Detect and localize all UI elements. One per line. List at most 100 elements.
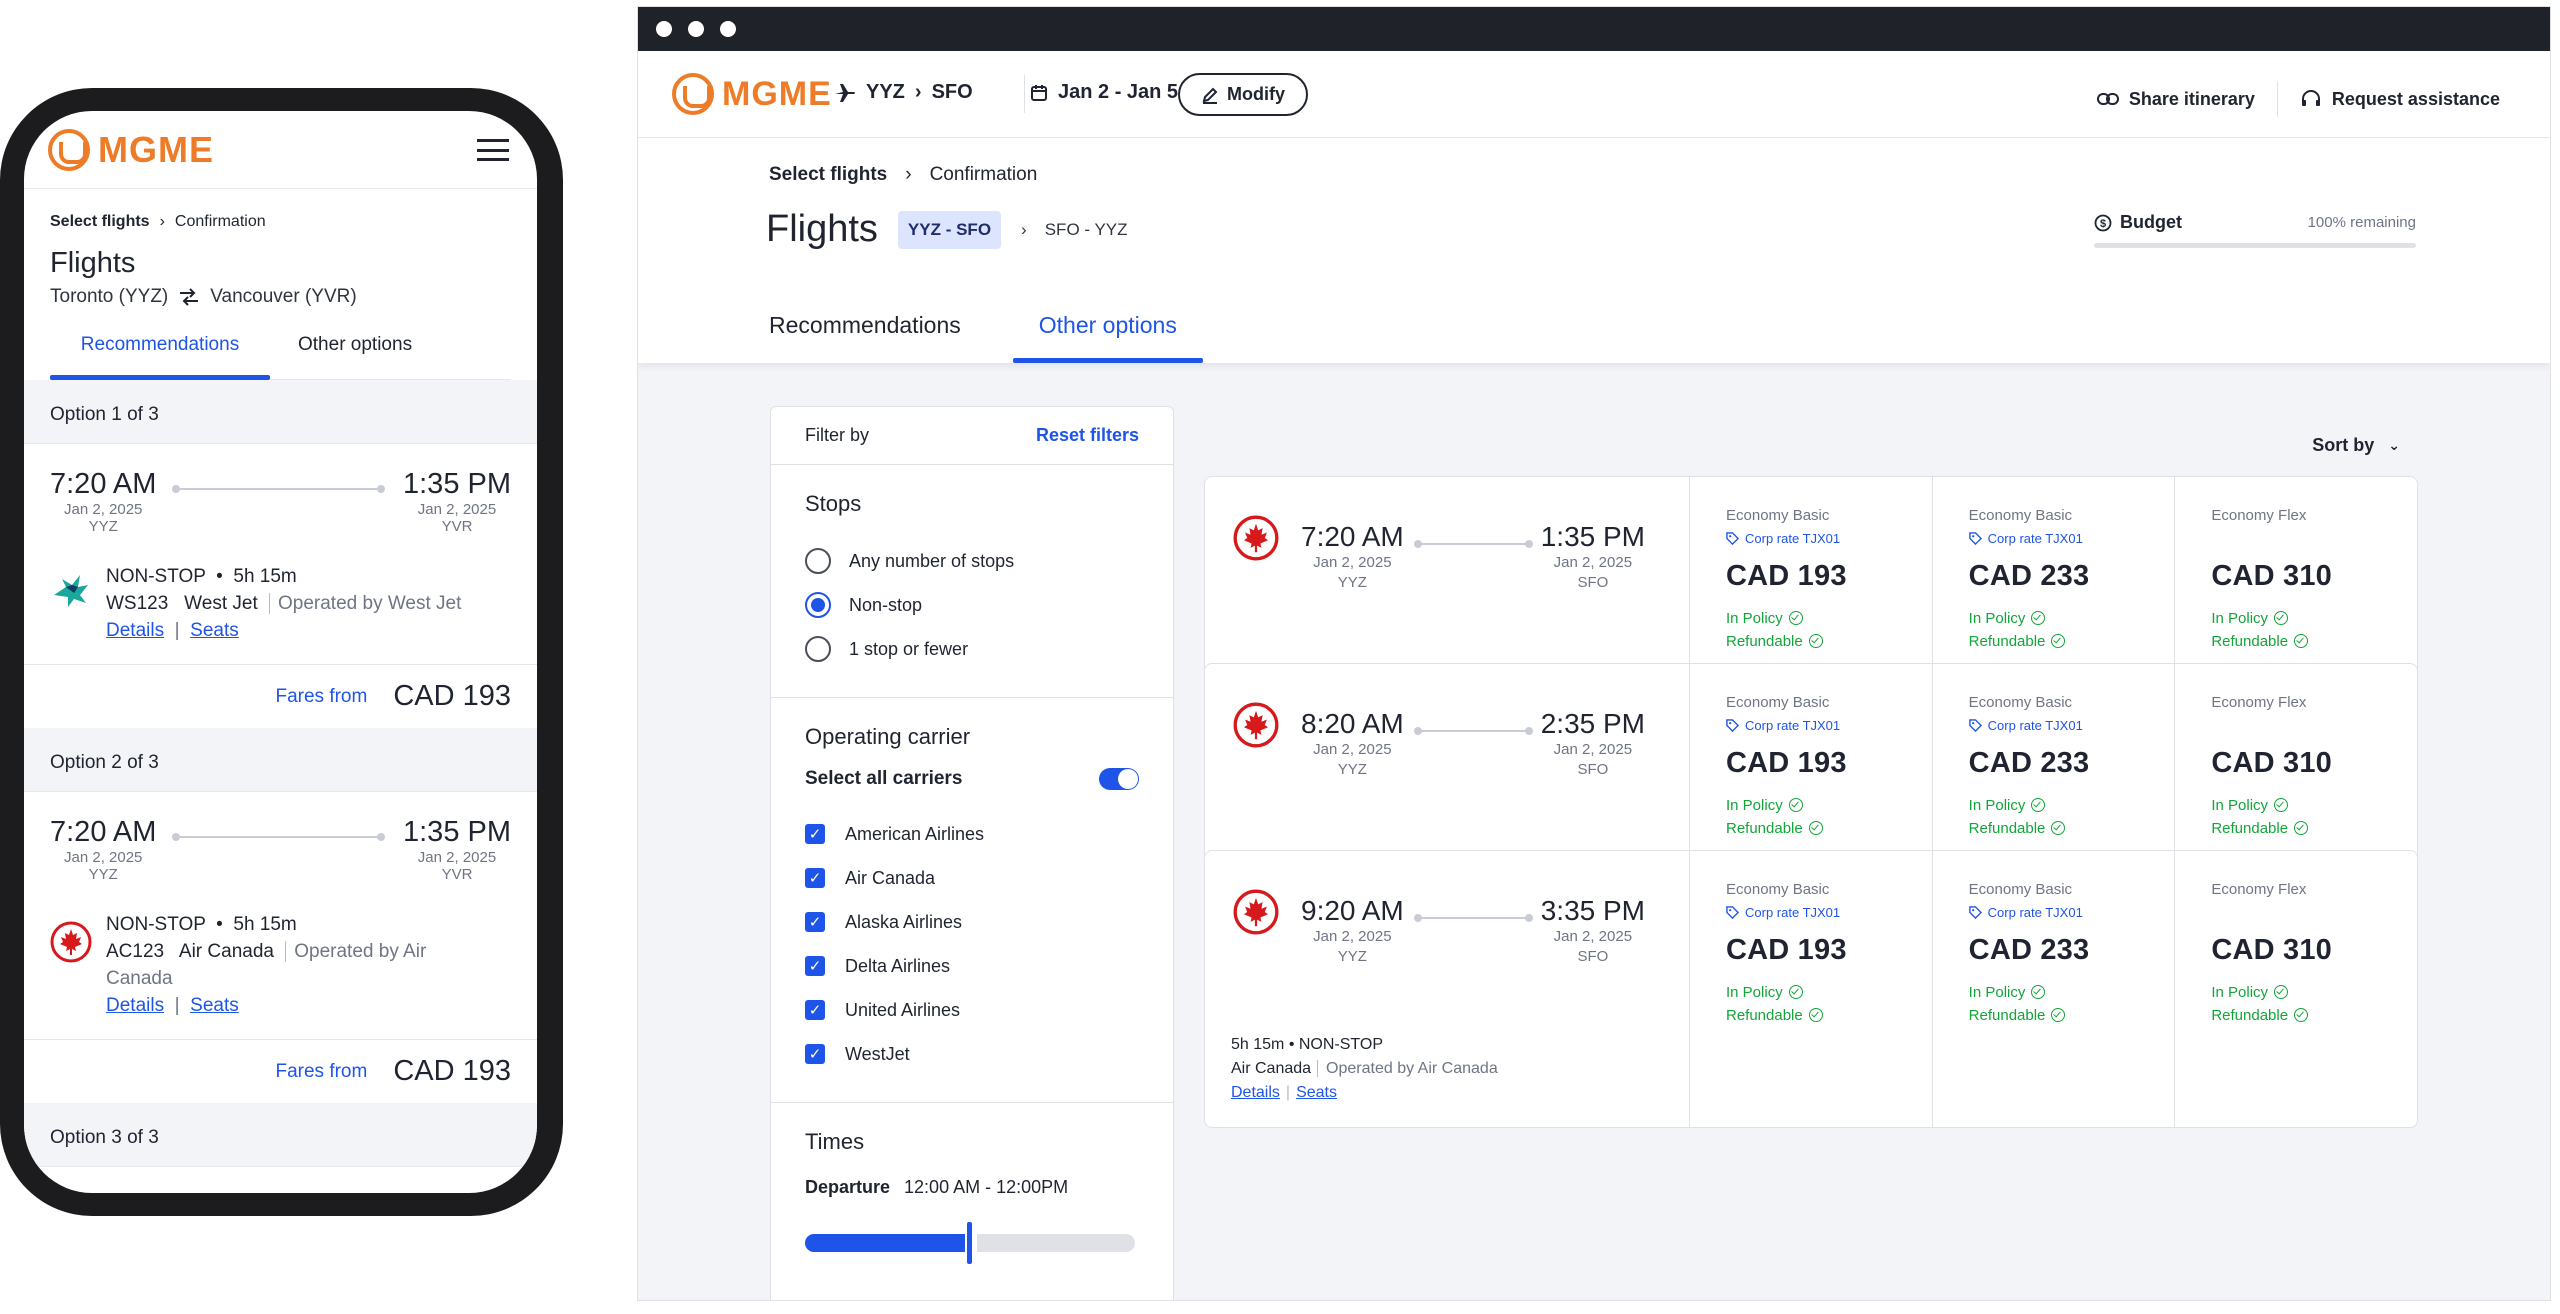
checkbox-checked[interactable]: ✓ — [805, 956, 825, 976]
select-all-carriers[interactable]: Select all carriers — [805, 764, 1139, 794]
budget-remaining: 100% remaining — [2307, 214, 2416, 231]
segment-next-wrapper[interactable]: › SFO - YYZ — [1021, 220, 1127, 240]
tab-other-options[interactable]: Other options — [1012, 312, 1203, 363]
details-link[interactable]: Details — [106, 620, 164, 641]
checkbox-checked[interactable]: ✓ — [805, 912, 825, 932]
flight-path-line — [1413, 914, 1533, 922]
share-itinerary-button[interactable]: Share itinerary — [2096, 89, 2255, 110]
arrival-code: SFO — [1577, 761, 1609, 778]
request-assistance-button[interactable]: Request assistance — [2300, 89, 2500, 110]
checkbox-checked[interactable]: ✓ — [805, 1000, 825, 1020]
select-all-toggle[interactable] — [1099, 768, 1139, 790]
carrier-title: Operating carrier — [805, 724, 971, 749]
carrier-option[interactable]: ✓ Alaska Airlines — [805, 900, 1139, 944]
check-circle-icon — [2031, 798, 2046, 812]
details-link[interactable]: Details — [1231, 1084, 1280, 1101]
modify-button[interactable]: Modify — [1178, 73, 1308, 116]
option-header: Option 1 of 3 — [24, 380, 537, 444]
radio-button[interactable] — [805, 636, 831, 662]
flight-option-card[interactable]: 7:20 AM Jan 2, 2025 YYZ 1:35 PM Jan 2, 2… — [24, 444, 537, 644]
pencil-icon — [1202, 87, 1218, 104]
refundable-label: Refundable — [1726, 633, 1803, 650]
check-circle-icon — [2051, 821, 2066, 835]
headset-icon — [2301, 90, 2320, 106]
stops-option-one-stop[interactable]: 1 stop or fewer — [805, 627, 1139, 671]
slider-handle[interactable] — [967, 1222, 972, 1264]
flight-option-card[interactable]: 7:20 AM Jan 2, 2025 YYZ 1:35 PM Jan 2, 2… — [24, 792, 537, 1019]
fares-from-row[interactable]: Fares from CAD 193 — [24, 1039, 537, 1103]
stops-option-any[interactable]: Any number of stops — [805, 539, 1139, 583]
fare-class: Economy Basic — [1968, 507, 2073, 524]
carrier-option[interactable]: ✓ American Airlines — [805, 812, 1139, 856]
in-policy-label: In Policy — [1968, 984, 2026, 1001]
flight-times: 9:20 AM Jan 2, 2025 YYZ 3:35 PM Jan 2, 2025 S… — [1301, 895, 1645, 967]
tab-recommendations[interactable]: Recommendations — [769, 312, 961, 363]
budget-widget: $ Budget 100% remaining — [2094, 212, 2416, 248]
route-from: Toronto (YYZ) — [50, 286, 169, 307]
dollar-circle-icon: $ — [2094, 214, 2112, 231]
carrier-option[interactable]: ✓ WestJet — [805, 1032, 1139, 1076]
reset-filters-button[interactable]: Reset filters — [1036, 425, 1139, 446]
radio-button-selected[interactable] — [805, 592, 831, 618]
fares-from-row[interactable]: Fares from CAD 193 — [24, 664, 537, 728]
airline-name: Air Canada — [178, 941, 274, 962]
svg-text:$: $ — [2100, 218, 2106, 230]
refundable-label: Refundable — [1968, 820, 2046, 837]
flight-times: 7:20 AM Jan 2, 2025 YYZ 1:35 PM Jan 2, 2… — [50, 468, 511, 535]
stops-option-nonstop[interactable]: Non-stop — [805, 583, 1139, 627]
seats-link[interactable]: Seats — [190, 995, 239, 1016]
fare-price: CAD 193 — [1726, 747, 1847, 779]
arrival-time: 1:35 PM — [403, 468, 511, 500]
flight-details: NON-STOP • 5h 15m WS123 West Jet Operate… — [50, 563, 511, 644]
departure-slider[interactable] — [805, 1222, 1139, 1264]
window-maximize-dot[interactable] — [720, 21, 736, 37]
chevron-down-icon: ⌄ — [2388, 437, 2400, 453]
departure-time: 7:20 AM — [50, 468, 157, 500]
carrier-option[interactable]: ✓ Air Canada — [805, 856, 1139, 900]
sort-by-dropdown[interactable]: Sort by ⌄ — [2312, 435, 2400, 456]
hamburger-menu-icon[interactable] — [477, 139, 509, 161]
check-circle-icon — [2294, 1008, 2309, 1022]
operated-by: Operated by Air — [285, 941, 427, 962]
corp-rate-label: Corp rate TJX01 — [1987, 904, 2083, 920]
tab-recommendations[interactable]: Recommendations — [50, 330, 270, 380]
in-policy-label: In Policy — [1968, 610, 2026, 627]
tab-other-options[interactable]: Other options — [298, 330, 412, 379]
corp-rate: Corp rate TJX01 — [1726, 904, 1932, 920]
checkbox-checked[interactable]: ✓ — [805, 824, 825, 844]
arrival-block: 3:35 PM Jan 2, 2025 SFO — [1541, 895, 1645, 967]
fare-class: Economy Flex — [2211, 881, 2307, 898]
arrival-time: 3:35 PM — [1540, 895, 1645, 926]
mobile-header: MGME — [24, 111, 537, 189]
departure-date: Jan 2, 2025 — [64, 501, 143, 518]
departure-code: YYZ — [88, 518, 118, 535]
flight-result-card[interactable]: 9:20 AM Jan 2, 2025 YYZ 3:35 PM Jan 2, 2025 S… — [1204, 850, 2418, 1128]
carrier-option[interactable]: ✓ United Airlines — [805, 988, 1139, 1032]
fare-option[interactable]: Economy Flex CAD 310 In Policy Refundable — [2175, 851, 2417, 1127]
brand-logo[interactable]: MGME — [48, 129, 214, 171]
seats-link[interactable]: Seats — [190, 620, 239, 641]
breadcrumb-select-flights[interactable]: Select flights — [769, 164, 887, 186]
checkbox-checked[interactable]: ✓ — [805, 1044, 825, 1064]
seats-link[interactable]: Seats — [1296, 1084, 1337, 1101]
radio-button[interactable] — [805, 548, 831, 574]
segment-current[interactable]: YYZ - SFO — [897, 210, 1002, 249]
fare-option[interactable]: Economy Basic Corp rate TJX01 CAD 233 In Po… — [1933, 851, 2176, 1127]
carrier-label: American Airlines — [845, 823, 985, 844]
corp-rate: Corp rate TJX01 — [1726, 717, 1932, 733]
details-link[interactable]: Details — [106, 995, 164, 1016]
breadcrumb-select-flights[interactable]: Select flights — [50, 213, 150, 231]
times-title: Times — [805, 1129, 865, 1154]
stops-filter: Stops Any number of stops Non-stop 1 sto… — [771, 465, 1173, 698]
air-canada-logo-icon — [1233, 515, 1279, 561]
window-minimize-dot[interactable] — [688, 21, 704, 37]
sort-by-label: Sort by — [2312, 435, 2375, 455]
carrier-option[interactable]: ✓ Delta Airlines — [805, 944, 1139, 988]
window-close-dot[interactable] — [656, 21, 672, 37]
fare-option[interactable]: Economy Basic Corp rate TJX01 CAD 193 In Po… — [1690, 851, 1933, 1127]
brand-logo[interactable]: MGME — [672, 73, 832, 115]
flight-summary-text: 5h 15m • NON-STOP — [1231, 1036, 1384, 1053]
brand-name: MGME — [722, 74, 832, 113]
westjet-logo-icon — [54, 575, 88, 607]
checkbox-checked[interactable]: ✓ — [805, 868, 825, 888]
